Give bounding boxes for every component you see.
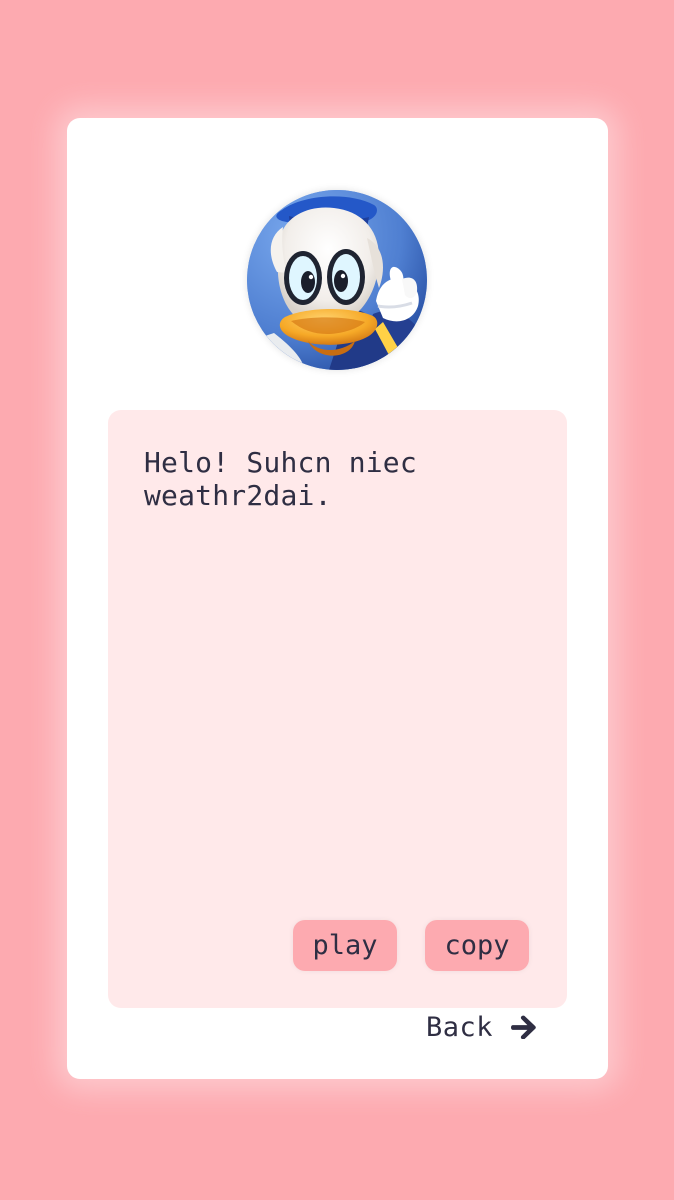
app-page: Helo! Suhcn niec weathr2dai. play copy B…: [0, 0, 674, 1200]
play-button[interactable]: play: [293, 920, 397, 971]
back-link[interactable]: Back: [426, 1007, 538, 1047]
avatar: [247, 190, 427, 370]
message-panel: Helo! Suhcn niec weathr2dai. play copy: [108, 410, 567, 1008]
duck-avatar-icon: [247, 190, 427, 370]
message-text: Helo! Suhcn niec weathr2dai.: [144, 446, 417, 512]
copy-button[interactable]: copy: [425, 920, 529, 971]
back-label: Back: [426, 1011, 494, 1043]
arrow-right-icon: [511, 1015, 536, 1039]
message-card: Helo! Suhcn niec weathr2dai. play copy B…: [67, 118, 608, 1079]
